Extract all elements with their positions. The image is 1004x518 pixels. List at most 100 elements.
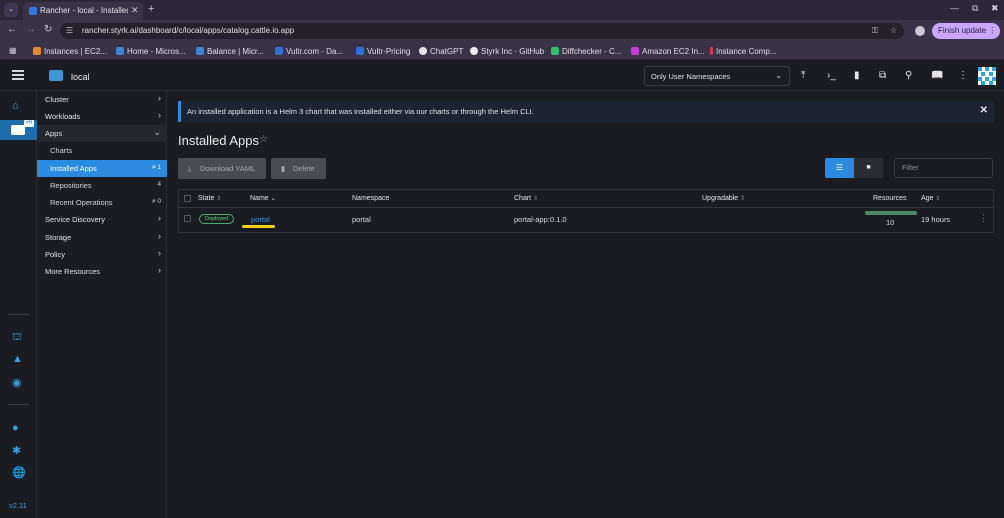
- browser-tabstrip: ⌄ Rancher - local - Installed ✕ + — ⧉ ✖: [0, 0, 1004, 20]
- vultr-icon: [275, 47, 283, 55]
- amazon-icon: [631, 47, 639, 55]
- minimize-icon[interactable]: —: [950, 3, 959, 13]
- nav-item-repositories[interactable]: Repositories 4: [37, 177, 167, 194]
- new-tab-icon[interactable]: +: [148, 3, 154, 15]
- column-namespace[interactable]: Namespace: [352, 195, 389, 202]
- bookmark-item[interactable]: Vultr-Pricing: [356, 45, 410, 57]
- password-key-icon[interactable]: ⚿: [872, 26, 878, 36]
- close-tab-icon[interactable]: ✕: [131, 5, 139, 16]
- forward-icon[interactable]: →: [26, 24, 36, 36]
- list-view-icon[interactable]: ☰: [825, 158, 854, 178]
- trash-icon: ▮: [281, 164, 286, 173]
- import-yaml-icon[interactable]: ⤒: [801, 71, 805, 81]
- virtualization-icon[interactable]: ◉: [12, 376, 22, 389]
- row-checkbox[interactable]: [184, 215, 191, 222]
- browser-toolbar: ← → ↻ ☰ rancher.styrk.ai/dashboard/c/loc…: [0, 20, 1004, 42]
- close-banner-icon[interactable]: ✕: [980, 105, 988, 116]
- sort-icon: ⇕: [935, 196, 941, 202]
- bookmark-item[interactable]: Styrk Inc · GitHub: [470, 45, 544, 57]
- nav-group-service-discovery[interactable]: Service Discovery ›: [37, 211, 167, 228]
- fleet-icon[interactable]: ⛫: [12, 331, 22, 345]
- finish-update-button[interactable]: Finish update ⋮: [932, 23, 1000, 39]
- bookmark-item[interactable]: Home - Micros...: [116, 45, 186, 57]
- user-avatar[interactable]: [978, 67, 996, 85]
- banner-text: An installed application is a Helm 3 cha…: [187, 107, 534, 116]
- profile-icon[interactable]: [915, 26, 925, 36]
- search-icon[interactable]: ⚲: [905, 71, 912, 81]
- nav-group-policy[interactable]: Policy ›: [37, 246, 167, 263]
- group-by-namespace-icon[interactable]: ■: [854, 158, 883, 178]
- bookmark-item[interactable]: Instances | EC2...: [33, 45, 107, 57]
- download-icon: ⤓: [188, 164, 192, 173]
- chevron-down-icon: ⌄: [775, 71, 782, 80]
- chevron-down-icon: ⌄: [153, 127, 161, 137]
- status-badge: Deployed: [199, 214, 235, 224]
- kubectl-shell-icon[interactable]: ›_: [827, 71, 836, 81]
- column-resources: Resources: [873, 195, 907, 202]
- column-state[interactable]: State ⇕: [198, 195, 221, 202]
- reload-icon[interactable]: ↻: [44, 24, 52, 36]
- rail-cluster-local[interactable]: ≠H: [0, 120, 37, 140]
- download-kubeconfig-icon[interactable]: ▮: [854, 71, 860, 81]
- view-mode-toggle: ☰ ■: [825, 158, 883, 178]
- nav-item-charts[interactable]: Charts: [37, 142, 167, 159]
- global-settings-icon[interactable]: 🌐: [12, 466, 26, 479]
- delete-button[interactable]: ▮ Delete: [271, 158, 326, 179]
- column-age[interactable]: Age ⇕: [921, 195, 940, 202]
- nav-group-more-resources[interactable]: More Resources ›: [37, 263, 167, 280]
- bookmark-star-icon[interactable]: ☆: [890, 26, 897, 35]
- nav-item-installed-apps[interactable]: Installed Apps ≠ 1: [37, 160, 167, 177]
- chart-cell: portal-app:0.1.0: [514, 215, 567, 224]
- bookmark-item[interactable]: Balance | Micr...: [196, 45, 264, 57]
- more-options-icon[interactable]: ⋮: [958, 71, 968, 81]
- bookmark-item[interactable]: Vultr.com - Da...: [275, 45, 343, 57]
- chatgpt-icon: [419, 47, 427, 55]
- hamburger-menu-icon[interactable]: [12, 70, 24, 82]
- nav-group-storage[interactable]: Storage ›: [37, 229, 167, 246]
- rancher-version[interactable]: v2.11: [9, 501, 27, 510]
- tab-title: Rancher - local - Installed: [40, 6, 128, 15]
- column-name[interactable]: Name ⌄: [250, 195, 276, 202]
- nav-group-cluster[interactable]: Cluster ›: [37, 91, 167, 108]
- users-icon[interactable]: ●: [12, 422, 19, 434]
- sort-desc-icon: ⌄: [270, 196, 276, 202]
- apps-grid-icon[interactable]: ▦: [9, 46, 17, 55]
- back-icon[interactable]: ←: [7, 24, 17, 36]
- select-all-checkbox[interactable]: [184, 195, 191, 202]
- resources-count: 10: [886, 218, 895, 227]
- favorite-star-icon[interactable]: ☆: [259, 134, 268, 145]
- extensions-puzzle-icon[interactable]: ✱: [12, 444, 21, 457]
- namespace-filter-select[interactable]: Only User Namespaces ⌄: [644, 66, 790, 86]
- cluster-icon: [11, 125, 25, 135]
- nav-item-recent-operations[interactable]: Recent Operations ≠ 0: [37, 194, 167, 211]
- copy-kubeconfig-icon[interactable]: ⧉: [879, 71, 886, 81]
- download-yaml-button[interactable]: ⤓ Download YAML: [178, 158, 266, 179]
- bookmark-item[interactable]: Instance Comp...: [710, 45, 776, 57]
- column-upgradable[interactable]: Upgradable ⇕: [702, 195, 745, 202]
- browser-tab[interactable]: Rancher - local - Installed ✕: [23, 2, 143, 20]
- restore-icon[interactable]: ⧉: [972, 3, 978, 14]
- site-info-icon[interactable]: ☰: [66, 26, 73, 35]
- address-bar[interactable]: ☰ rancher.styrk.ai/dashboard/c/local/app…: [60, 23, 904, 39]
- chevron-right-icon: ›: [158, 110, 161, 120]
- chevron-right-icon: ›: [158, 265, 161, 275]
- app-name-link[interactable]: portal: [251, 215, 270, 224]
- main-content: An installed application is a Helm 3 cha…: [168, 91, 1004, 518]
- chevron-right-icon: ›: [158, 93, 161, 103]
- close-window-icon[interactable]: ✖: [991, 3, 999, 14]
- bookmark-item[interactable]: ChatGPT: [419, 45, 463, 57]
- bookmark-item[interactable]: Diffchecker - C...: [551, 45, 621, 57]
- rail-divider: [8, 314, 29, 315]
- highlight-underline: [242, 225, 275, 228]
- nav-group-apps[interactable]: Apps ⌄: [37, 125, 167, 142]
- nav-group-workloads[interactable]: Workloads ›: [37, 108, 167, 125]
- bookmark-item[interactable]: Amazon EC2 In...: [631, 45, 705, 57]
- docs-book-icon[interactable]: 📖: [931, 71, 943, 81]
- column-chart[interactable]: Chart ⇕: [514, 195, 538, 202]
- cluster-name: local: [71, 72, 90, 82]
- cluster-management-icon[interactable]: ▲: [12, 353, 23, 365]
- tab-search-button[interactable]: ⌄: [4, 3, 18, 17]
- filter-input[interactable]: Filter: [894, 158, 993, 178]
- home-icon[interactable]: ⌂: [12, 100, 19, 112]
- row-actions-icon[interactable]: ⋮: [979, 213, 988, 224]
